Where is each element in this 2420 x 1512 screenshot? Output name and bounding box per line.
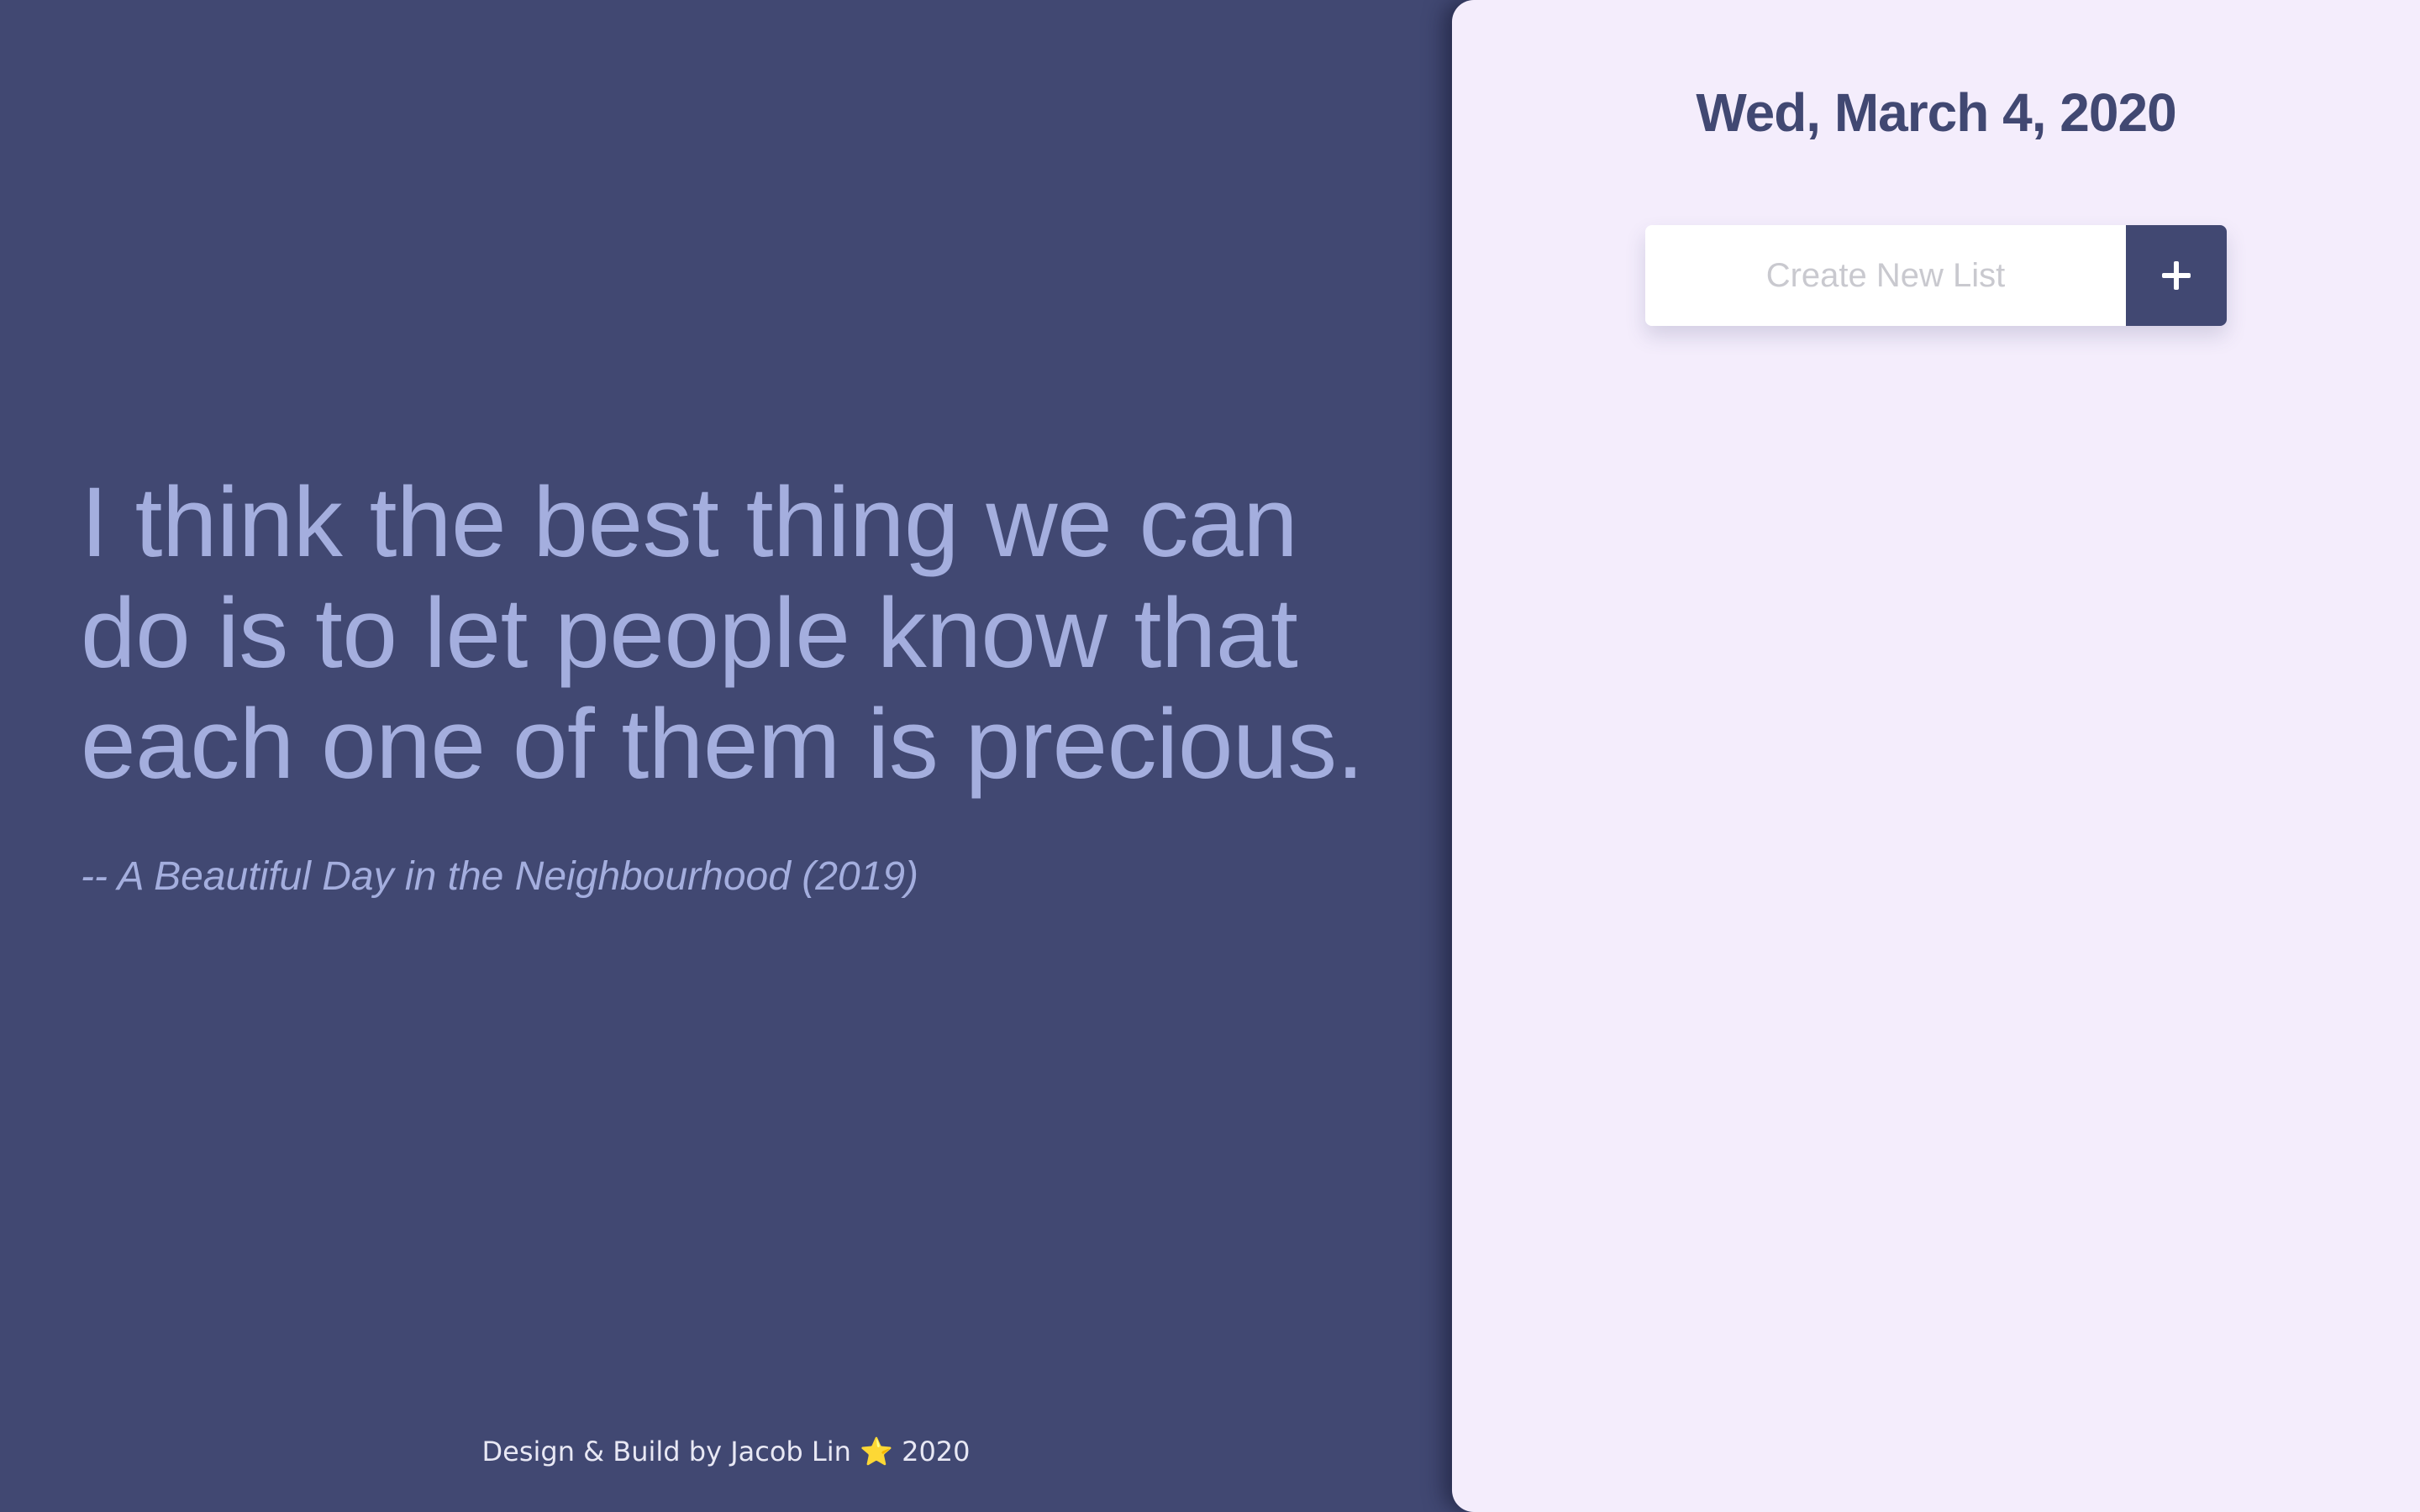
app-root: I think the best thing we can do is to l… [0,0,2420,1512]
new-list-form [1645,225,2227,326]
new-list-input[interactable] [1645,225,2126,326]
todo-panel: Wed, March 4, 2020 [1452,0,2420,1512]
footer-year: 2020 [902,1436,971,1467]
footer-credit-text: Design & Build by Jacob Lin [481,1436,851,1467]
quote-text: I think the best thing we can do is to l… [81,467,1364,800]
quote-pane: I think the best thing we can do is to l… [0,0,1452,1512]
quote-attribution: -- A Beautiful Day in the Neighbourhood … [81,854,919,899]
date-heading: Wed, March 4, 2020 [1696,82,2176,143]
add-list-button[interactable] [2126,225,2227,326]
plus-icon [2162,261,2191,290]
footer-credit: Design & Build by Jacob Lin ⭐ 2020 [0,1430,1452,1473]
star-icon: ⭐ [860,1436,893,1467]
